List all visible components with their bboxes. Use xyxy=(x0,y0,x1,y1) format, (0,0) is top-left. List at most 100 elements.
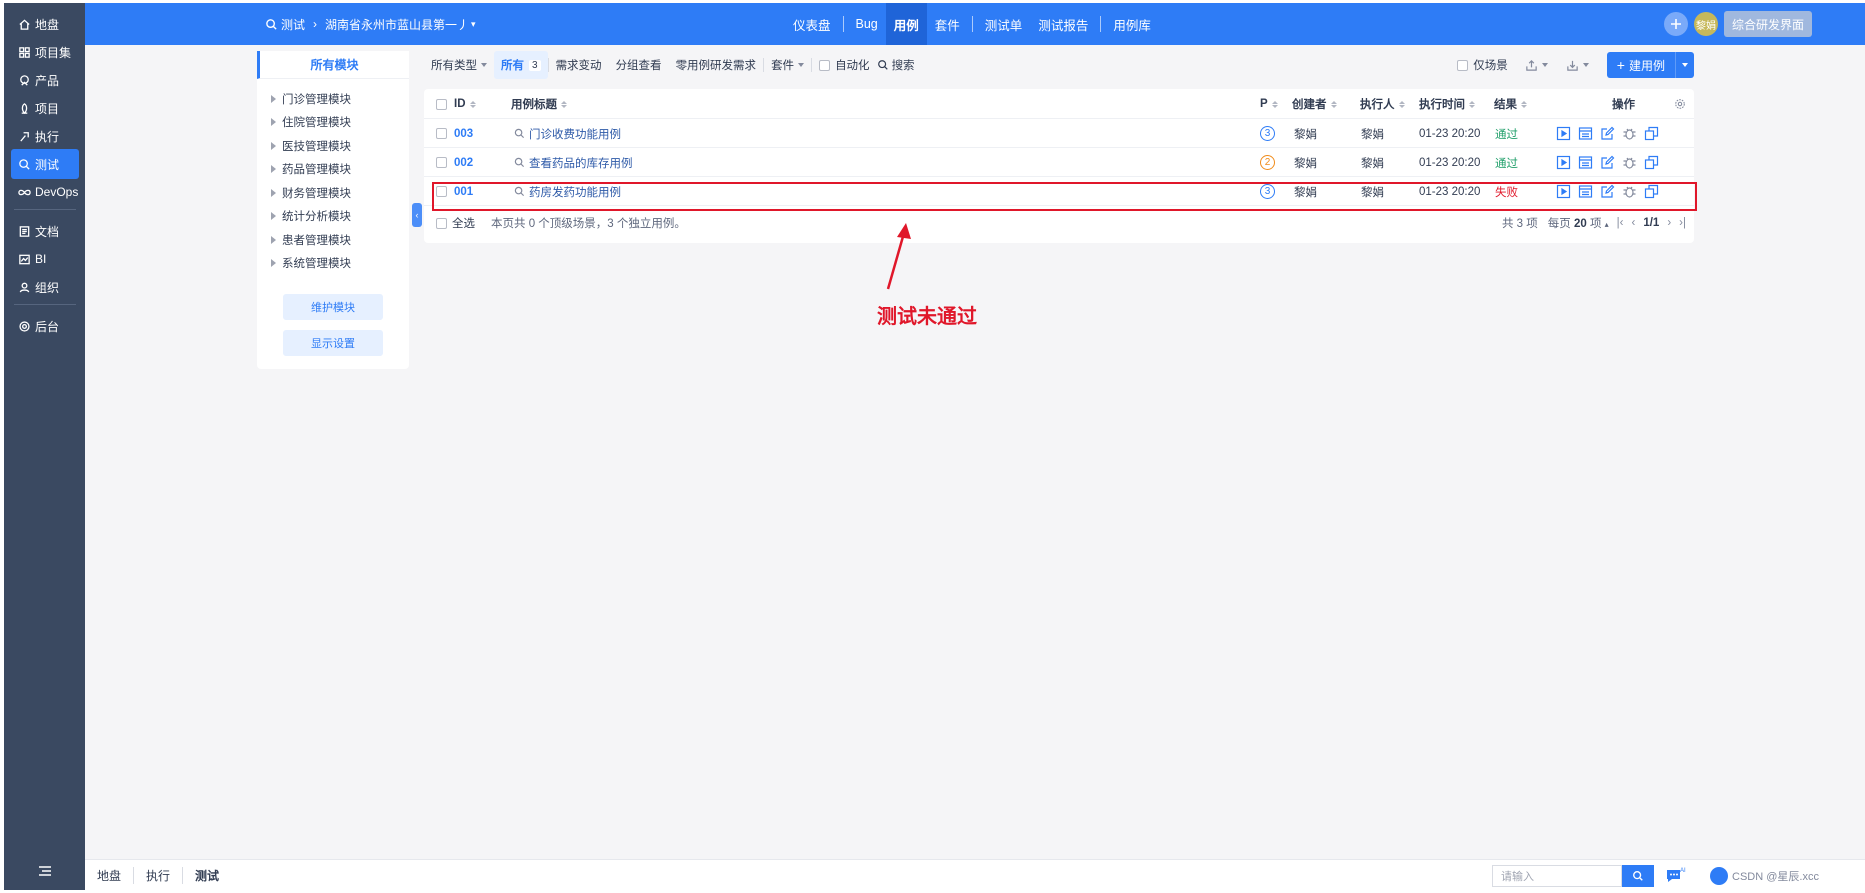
nav-item-devops[interactable]: DevOps xyxy=(11,177,79,207)
new-case-more-dropdown[interactable] xyxy=(1676,52,1694,78)
copy-icon[interactable] xyxy=(1644,126,1660,142)
caret-right-icon[interactable] xyxy=(271,188,276,197)
column-priority[interactable]: P xyxy=(1260,89,1278,119)
new-case-main-button[interactable]: + 建用例 xyxy=(1607,52,1676,78)
nav-item-doc[interactable]: 文档 xyxy=(11,216,79,246)
case-title[interactable]: 门诊收费功能用例 xyxy=(514,119,621,148)
prev-page-icon[interactable]: ‹ xyxy=(1631,217,1635,229)
nav-item-home[interactable]: 地盘 xyxy=(11,9,79,39)
suite-dropdown[interactable]: 套件 xyxy=(764,51,811,79)
nav-item-org[interactable]: 组织 xyxy=(11,272,79,302)
select-all-label[interactable]: 全选 xyxy=(452,215,475,231)
select-all-checkbox[interactable] xyxy=(436,98,447,110)
bottom-link-execution[interactable]: 执行 xyxy=(146,867,184,884)
tab-dashboard[interactable]: 仪表盘 xyxy=(785,3,839,45)
global-search-button[interactable] xyxy=(1622,865,1654,887)
row-checkbox[interactable] xyxy=(436,157,447,168)
last-page-icon[interactable]: ›| xyxy=(1679,217,1686,229)
breadcrumb-section[interactable]: 测试 xyxy=(281,16,305,33)
scene-only-toggle[interactable]: 仅场景 xyxy=(1450,51,1515,79)
caret-right-icon[interactable] xyxy=(271,118,276,127)
automation-toggle[interactable]: 自动化 xyxy=(812,51,877,79)
product-switcher[interactable]: 湖南省永州市蓝山县第一丿 xyxy=(325,16,469,33)
column-result[interactable]: 结果 xyxy=(1494,89,1527,119)
bug-icon[interactable] xyxy=(1622,155,1638,171)
sort-icon[interactable] xyxy=(1398,100,1405,108)
export-dropdown[interactable] xyxy=(1525,59,1548,72)
module-item[interactable]: 系统管理模块 xyxy=(257,252,409,276)
nav-item-project[interactable]: 项目 xyxy=(11,93,79,123)
type-filter-dropdown[interactable]: 所有类型 xyxy=(424,51,494,79)
ai-chat-icon[interactable]: AI xyxy=(1665,866,1687,886)
global-search-input[interactable]: 请输入 xyxy=(1492,865,1622,887)
quick-add-button[interactable] xyxy=(1663,12,1688,36)
caret-right-icon[interactable] xyxy=(271,165,276,174)
table-row[interactable]: 002 查看药品的库存用例 2 黎娟 黎娟 01-23 20:20 通过 xyxy=(424,148,1694,177)
sort-icon[interactable] xyxy=(561,100,567,108)
nav-item-product[interactable]: 产品 xyxy=(11,65,79,95)
module-item[interactable]: 药品管理模块 xyxy=(257,158,409,182)
edit-icon[interactable] xyxy=(1600,155,1616,171)
copy-icon[interactable] xyxy=(1644,155,1660,171)
module-item[interactable]: 门诊管理模块 xyxy=(257,87,409,111)
caret-right-icon[interactable] xyxy=(271,94,276,103)
caret-right-icon[interactable] xyxy=(271,235,276,244)
module-item[interactable]: 统计分析模块 xyxy=(257,205,409,229)
group-view-button[interactable]: 分组查看 xyxy=(609,51,669,79)
module-panel-title[interactable]: 所有模块 xyxy=(257,51,409,79)
column-id[interactable]: ID xyxy=(454,89,476,119)
run-case-icon[interactable] xyxy=(1556,155,1572,171)
caret-right-icon[interactable] xyxy=(271,141,276,150)
tab-bug[interactable]: Bug xyxy=(848,3,886,45)
column-settings-icon[interactable] xyxy=(1674,89,1686,119)
edit-icon[interactable] xyxy=(1600,126,1616,142)
case-id[interactable]: 002 xyxy=(454,148,473,177)
sort-icon[interactable] xyxy=(1271,100,1278,108)
chevron-down-icon[interactable]: ▾ xyxy=(471,19,476,30)
caret-right-icon[interactable] xyxy=(271,259,276,268)
nav-item-execution[interactable]: 执行 xyxy=(11,121,79,151)
tab-testtask[interactable]: 测试单 xyxy=(977,3,1031,45)
menu-toggle-icon[interactable] xyxy=(38,865,52,877)
tab-suite[interactable]: 套件 xyxy=(927,3,968,45)
row-checkbox[interactable] xyxy=(436,128,447,139)
switch-interface-button[interactable]: 综合研发界面 xyxy=(1723,11,1812,37)
avatar[interactable]: 黎娟 xyxy=(1693,12,1718,36)
search-toggle[interactable]: 搜索 xyxy=(877,51,922,79)
nav-item-program[interactable]: 项目集 xyxy=(11,37,79,67)
table-row[interactable]: 003 门诊收费功能用例 3 黎娟 黎娟 01-23 20:20 通过 xyxy=(424,119,1694,148)
next-page-icon[interactable]: › xyxy=(1667,217,1671,229)
filter-all-tab[interactable]: 所有 3 xyxy=(494,51,548,79)
display-settings-button[interactable]: 显示设置 xyxy=(283,330,383,356)
column-title[interactable]: 用例标题 xyxy=(511,89,567,119)
case-title[interactable]: 查看药品的库存用例 xyxy=(514,148,633,177)
column-creator[interactable]: 创建者 xyxy=(1292,89,1337,119)
zero-case-story-button[interactable]: 零用例研发需求 xyxy=(669,51,764,79)
tab-case[interactable]: 用例 xyxy=(885,3,927,45)
column-executor[interactable]: 执行人 xyxy=(1360,89,1405,119)
nav-item-bi[interactable]: BI xyxy=(11,244,79,274)
tab-testreport[interactable]: 测试报告 xyxy=(1030,3,1096,45)
sort-icon[interactable] xyxy=(1521,100,1527,108)
first-page-icon[interactable]: |‹ xyxy=(1617,217,1624,229)
footer-select-all-checkbox[interactable] xyxy=(436,217,447,229)
maintain-module-button[interactable]: 维护模块 xyxy=(283,294,383,320)
column-exec-time[interactable]: 执行时间 xyxy=(1419,89,1475,119)
run-case-icon[interactable] xyxy=(1556,126,1572,142)
nav-item-admin[interactable]: 后台 xyxy=(11,311,79,341)
bottom-link-test[interactable]: 测试 xyxy=(195,867,231,884)
collapse-sidebar-handle[interactable]: ‹ xyxy=(412,203,422,227)
caret-right-icon[interactable] xyxy=(271,212,276,221)
nav-item-test[interactable]: 测试 xyxy=(11,149,79,179)
module-item[interactable]: 财务管理模块 xyxy=(257,181,409,205)
scene-only-checkbox[interactable] xyxy=(1457,59,1469,71)
result-history-icon[interactable] xyxy=(1578,155,1594,171)
automation-checkbox[interactable] xyxy=(819,59,831,71)
bug-icon[interactable] xyxy=(1622,126,1638,142)
result-history-icon[interactable] xyxy=(1578,126,1594,142)
module-item[interactable]: 患者管理模块 xyxy=(257,228,409,252)
bottom-link-home[interactable]: 地盘 xyxy=(97,867,135,884)
module-item[interactable]: 住院管理模块 xyxy=(257,111,409,135)
case-id[interactable]: 003 xyxy=(454,119,473,148)
per-page-dropdown[interactable]: 每页 20 项 ▴ xyxy=(1548,215,1609,231)
